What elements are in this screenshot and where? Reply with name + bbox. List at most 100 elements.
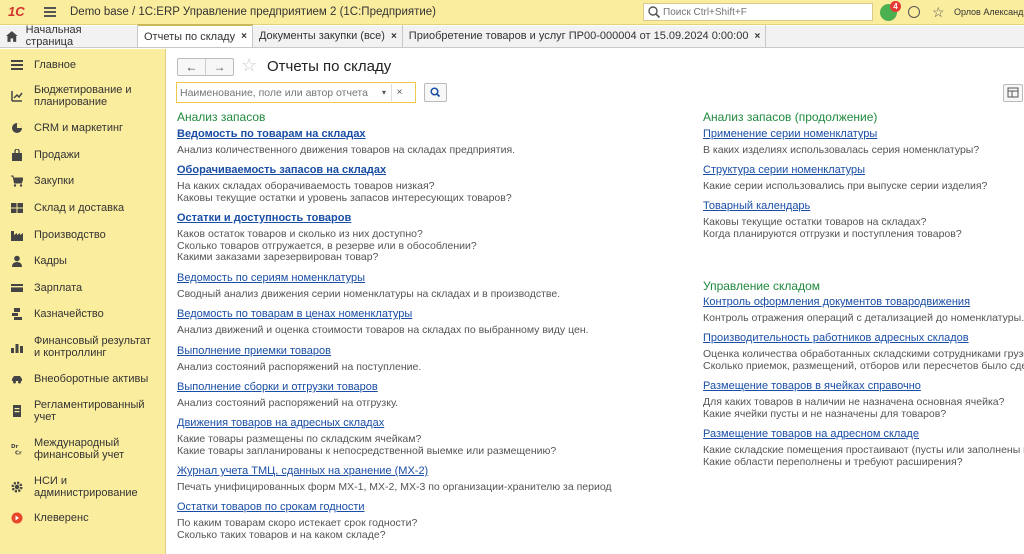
report-link[interactable]: Товарный календарь	[703, 200, 810, 212]
global-search-input[interactable]	[663, 6, 863, 18]
report-description: Для каких товаров в наличии не назначена…	[703, 396, 1005, 420]
navigation-buttons: ← →	[177, 58, 234, 76]
find-button[interactable]	[424, 83, 447, 102]
app-title: Demo base / 1С:ERP Управление предприяти…	[70, 6, 437, 18]
report-link[interactable]: Применение серии номенклатуры	[703, 128, 877, 140]
report-description: Какие складские помещения простаивают (п…	[703, 445, 1024, 468]
title-bar: 1С Demo base / 1С:ERP Управление предпри…	[0, 0, 1024, 25]
sidebar-item-cleverence[interactable]: Клеверенс	[0, 512, 89, 524]
gear-icon	[11, 481, 23, 493]
forward-button[interactable]: →	[206, 59, 233, 75]
sidebar-item-label: Главное	[34, 59, 77, 71]
report-link[interactable]: Ведомость по сериям номенклатуры	[177, 272, 365, 284]
tab-purchase-documents[interactable]: Документы закупки (все) ×	[253, 25, 403, 47]
history-icon[interactable]	[908, 6, 920, 18]
report-link[interactable]: Движения товаров на адресных складах	[177, 417, 384, 429]
sidebar-item-label: НСИ и администрирование	[34, 475, 138, 499]
report-link[interactable]: Контроль оформления документов товародви…	[703, 296, 970, 308]
menu-icon	[11, 60, 23, 70]
cart-icon	[11, 175, 23, 187]
tab-home-label: Начальная страница	[25, 24, 82, 48]
global-search[interactable]	[643, 3, 873, 21]
sidebar-item-production[interactable]: Производство	[0, 229, 106, 241]
report-description: Печать унифицированных форм МХ-1, МХ-2, …	[177, 481, 612, 493]
tab-label: Приобретение товаров и услуг ПР00-000004…	[408, 30, 749, 42]
report-link[interactable]: Производительность работников адресных с…	[703, 332, 969, 344]
clear-filter-icon[interactable]: ×	[391, 84, 407, 101]
search-icon	[648, 6, 661, 19]
report-description: Какие серии использовались при выпуске с…	[703, 180, 988, 192]
sidebar-item-label: Производство	[34, 229, 106, 241]
report-description: Контроль отражения операций с детализаци…	[703, 312, 1024, 324]
sidebar-item-sales[interactable]: Продажи	[0, 149, 80, 161]
close-icon[interactable]: ×	[391, 31, 397, 42]
sidebar-item-warehouse[interactable]: Склад и доставка	[0, 202, 124, 214]
chart-icon	[11, 344, 23, 353]
report-filter[interactable]: ▾ ×	[176, 82, 416, 103]
car-icon	[12, 376, 22, 384]
cleverence-icon	[11, 512, 23, 524]
back-button[interactable]: ←	[178, 59, 206, 75]
wallet-icon	[11, 284, 23, 292]
report-link[interactable]: Оборачиваемость запасов на складах	[177, 164, 386, 176]
report-link[interactable]: Выполнение приемки товаров	[177, 345, 331, 357]
sidebar-item-treasury[interactable]: Казначейство	[0, 308, 104, 320]
tab-home[interactable]: Начальная страница	[0, 24, 138, 48]
sidebar-item-international-accounting[interactable]: Dr Cr Международный финансовый учет	[0, 437, 139, 461]
treasury-icon	[12, 308, 22, 320]
sidebar-item-purchases[interactable]: Закупки	[0, 175, 74, 187]
report-description: Какие товары размещены по складским ячей…	[177, 433, 557, 457]
section-title-stock-analysis-continued: Анализ запасов (продолжение)	[703, 110, 878, 124]
tab-warehouse-reports[interactable]: Отчеты по складу ×	[138, 24, 253, 47]
sidebar-item-nsi-admin[interactable]: НСИ и администрирование	[0, 475, 139, 499]
report-link[interactable]: Размещение товаров на адресном складе	[703, 428, 919, 440]
sidebar-item-fixed-assets[interactable]: Внеоборотные активы	[0, 373, 148, 385]
add-favorite-star-icon[interactable]: ☆	[241, 55, 257, 75]
report-filter-input[interactable]	[177, 86, 377, 99]
report-settings-button[interactable]	[1003, 84, 1023, 102]
close-icon[interactable]: ×	[241, 31, 247, 42]
sidebar-item-label: Международный финансовый учет	[34, 437, 125, 461]
report-link[interactable]: Размещение товаров в ячейках справочно	[703, 380, 921, 392]
tab-label: Отчеты по складу	[144, 30, 236, 43]
sidebar-item-salary[interactable]: Зарплата	[0, 282, 82, 294]
user-name[interactable]: Орлов Александр	[954, 7, 1024, 17]
tab-goods-acquisition[interactable]: Приобретение товаров и услуг ПР00-000004…	[403, 25, 767, 47]
dropdown-arrow-icon[interactable]: ▾	[377, 88, 391, 97]
svg-text:Dr: Dr	[11, 444, 19, 450]
close-icon[interactable]: ×	[754, 31, 760, 42]
report-description: Каковы текущие остатки товаров на склада…	[703, 216, 962, 240]
report-link[interactable]: Структура серии номенклатуры	[703, 164, 865, 176]
sidebar-item-hr[interactable]: Кадры	[0, 255, 67, 267]
sidebar-item-crm[interactable]: CRM и маркетинг	[0, 122, 123, 134]
report-link[interactable]: Ведомость по товарам в ценах номенклатур…	[177, 308, 412, 320]
report-link[interactable]: Журнал учета ТМЦ, сданных на хранение (М…	[177, 465, 428, 477]
budget-icon	[11, 91, 23, 102]
main-content: ← → ☆ Отчеты по складу ▾ × Анализ запасо…	[167, 49, 1024, 554]
main-menu-icon[interactable]	[44, 7, 56, 17]
report-description: Каков остаток товаров и сколько из них д…	[177, 228, 477, 263]
report-link[interactable]: Остатки товаров по срокам годности	[177, 501, 365, 513]
sidebar-item-main[interactable]: Главное	[0, 59, 76, 71]
sidebar-item-financial-result[interactable]: Финансовый результат и контроллинг	[0, 335, 159, 359]
factory-icon	[11, 231, 23, 241]
section-title-stock-analysis: Анализ запасов	[177, 110, 266, 124]
search-icon	[430, 87, 441, 98]
report-description: Анализ состояний распоряжений на отгрузк…	[177, 397, 399, 409]
notifications-badge: 4	[890, 1, 901, 12]
favorites-star-icon[interactable]: ☆	[932, 3, 945, 21]
sidebar-item-label: Продажи	[34, 149, 80, 161]
report-link[interactable]: Ведомость по товарам на складах	[177, 128, 366, 140]
report-description: Сводный анализ движения серии номенклату…	[177, 288, 561, 300]
sidebar-item-label: Склад и доставка	[34, 202, 125, 214]
sidebar-item-label: Клеверенс	[34, 512, 89, 524]
crm-icon	[12, 123, 22, 133]
sidebar-item-label: Внеоборотные активы	[34, 373, 149, 385]
sidebar-item-regulated-accounting[interactable]: Регламентированный учет	[0, 399, 146, 423]
sidebar-item-budgeting[interactable]: Бюджетирование и планирование	[0, 84, 154, 108]
report-link[interactable]: Выполнение сборки и отгрузки товаров	[177, 381, 378, 393]
tab-label: Документы закупки (все)	[258, 30, 385, 42]
report-link[interactable]: Остатки и доступность товаров	[177, 212, 351, 224]
sidebar-item-label: Бюджетирование и планирование	[34, 84, 132, 108]
report-description: Анализ состояний распоряжений на поступл…	[177, 361, 422, 373]
